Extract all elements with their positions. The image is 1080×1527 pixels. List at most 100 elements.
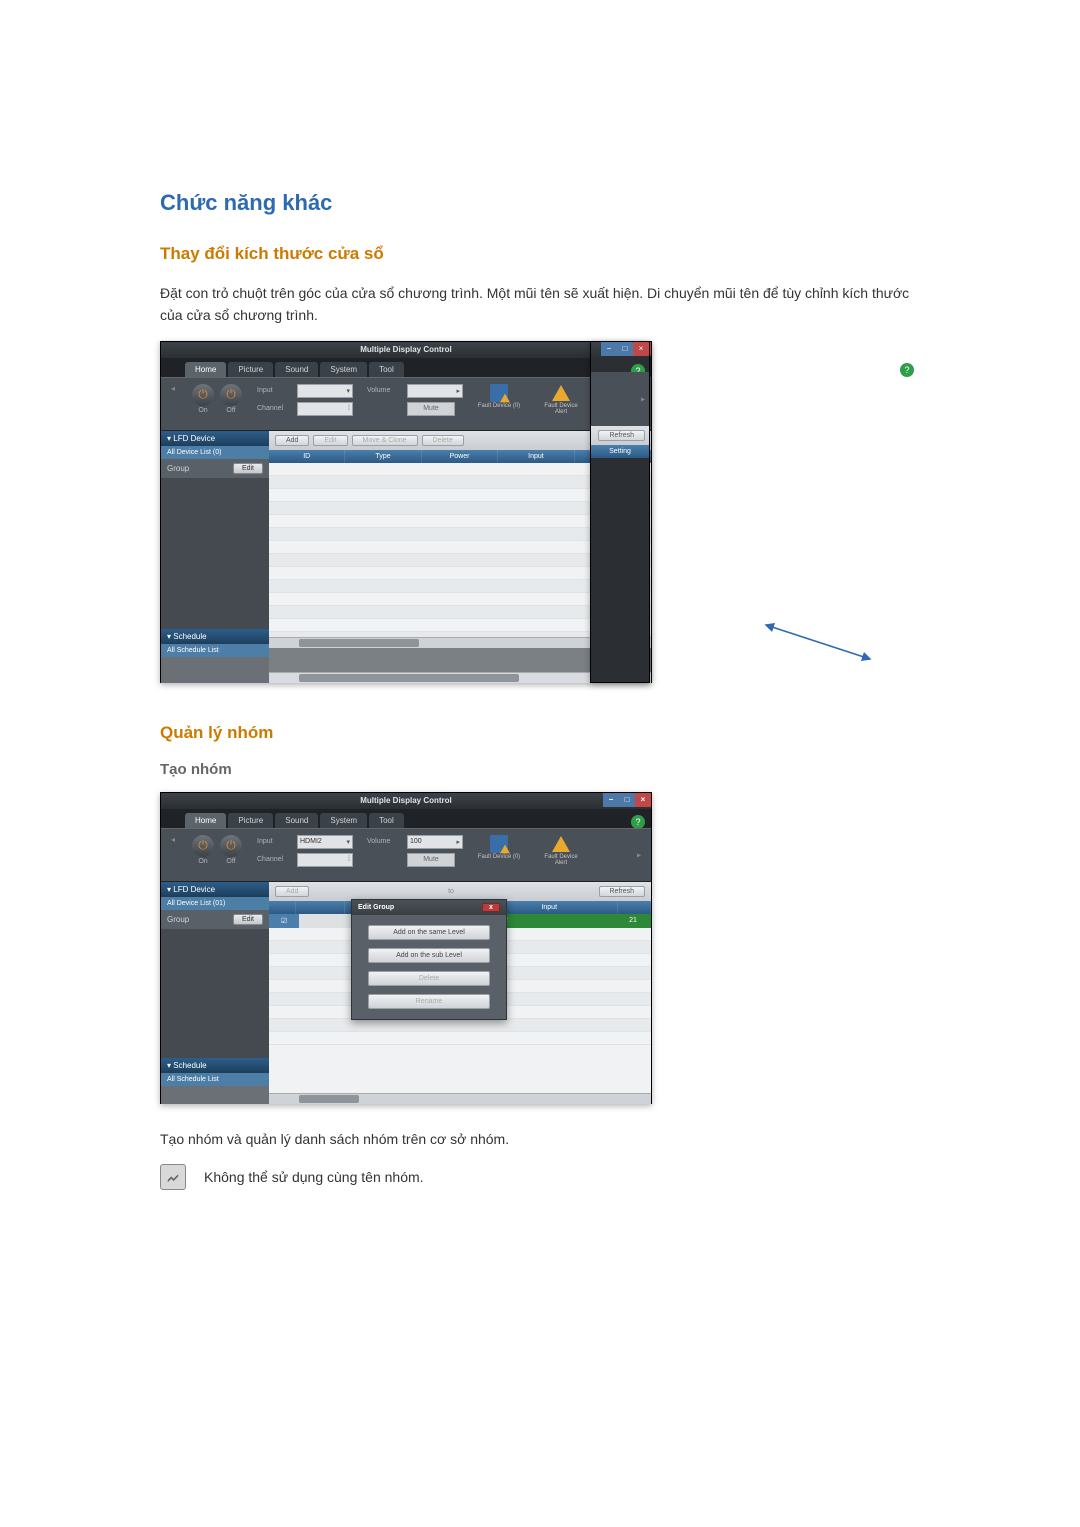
horizontal-scrollbar[interactable] <box>269 1093 651 1104</box>
tab-sound[interactable]: Sound <box>275 813 318 828</box>
power-on-icon[interactable]: ⏻ <box>192 384 214 406</box>
volume-label: Volume <box>367 387 403 394</box>
sidebar-all-device[interactable]: All Device List (0) <box>161 446 269 459</box>
sidebar-all-schedule[interactable]: All Schedule List <box>161 1073 269 1086</box>
popup-delete-button[interactable]: Delete <box>368 971 490 986</box>
sidebar-group-label: Group <box>167 464 189 473</box>
fault-alert-icon[interactable] <box>552 835 570 853</box>
sidebar-group-label: Group <box>167 915 189 924</box>
add-button[interactable]: Add <box>275 435 309 446</box>
close-icon[interactable]: × <box>635 793 651 807</box>
sidebar-section-lfd[interactable]: ▾ LFD Device <box>161 882 269 897</box>
row-id: 21 <box>615 914 651 928</box>
nav-left-icon[interactable]: ◂ <box>171 384 177 393</box>
popup-close-icon[interactable]: x <box>482 903 500 912</box>
close-icon[interactable]: × <box>633 342 649 356</box>
tab-bar: Home Picture Sound System Tool <box>161 358 651 377</box>
sidebar: ▾ LFD Device All Device List (01) Group … <box>161 882 269 1104</box>
volume-stepper[interactable]: ▸ <box>407 384 463 398</box>
col-input: Input <box>498 450 574 463</box>
help-icon[interactable]: ? <box>900 363 914 377</box>
refresh-button[interactable]: Refresh <box>599 886 646 897</box>
nav-left-icon[interactable]: ◂ <box>171 835 177 844</box>
screenshot-resize: Multiple Display Control − □ × ? Home Pi… <box>160 341 920 683</box>
channel-stepper[interactable]: ⁞ <box>297 853 353 867</box>
edit-device-button[interactable]: Edit <box>313 435 347 446</box>
tab-home[interactable]: Home <box>185 813 226 828</box>
edit-group-popup: Edit Group x Add on the same Level Add o… <box>351 899 507 1020</box>
power-on-label: On <box>191 407 215 414</box>
fault-device-icon[interactable] <box>490 835 508 853</box>
col-setting: Setting <box>591 445 649 458</box>
sidebar: ▾ LFD Device All Device List (0) Group E… <box>161 431 269 683</box>
tab-system[interactable]: System <box>320 362 367 377</box>
input-dropdown[interactable]: HDMI2▾ <box>297 835 353 849</box>
titlebar: Multiple Display Control − □ × <box>161 342 651 358</box>
mute-button[interactable]: Mute <box>407 853 455 867</box>
power-off-icon[interactable]: ⏻ <box>220 384 242 406</box>
fault-device-label: Fault Device (0) <box>478 403 520 409</box>
tab-system[interactable]: System <box>320 813 367 828</box>
tab-picture[interactable]: Picture <box>228 362 273 377</box>
add-same-level-button[interactable]: Add on the same Level <box>368 925 490 940</box>
tab-bar: Home Picture Sound System Tool <box>161 809 651 828</box>
note-text: Không thể sử dụng cùng tên nhóm. <box>204 1166 424 1188</box>
subsection-create-heading: Tạo nhóm <box>160 761 920 778</box>
volume-label: Volume <box>367 838 403 845</box>
tab-tool[interactable]: Tool <box>369 813 404 828</box>
delete-button[interactable]: Delete <box>422 435 464 446</box>
resize-cursor-icon <box>758 619 878 663</box>
popup-rename-button[interactable]: Rename <box>368 994 490 1009</box>
resize-description: Đặt con trỏ chuột trên góc của cửa sổ ch… <box>160 282 920 327</box>
titlebar: Multiple Display Control − □ × <box>161 793 651 809</box>
minimize-icon[interactable]: − <box>601 342 617 356</box>
tab-sound[interactable]: Sound <box>275 362 318 377</box>
add-sub-level-button[interactable]: Add on the sub Level <box>368 948 490 963</box>
secondary-window-fragment: − □ × ? ▸ Refresh Setting <box>590 341 650 683</box>
nav-right-icon[interactable]: ▸ <box>637 850 643 859</box>
create-group-description: Tạo nhóm và quản lý danh sách nhóm trên … <box>160 1128 920 1150</box>
volume-stepper[interactable]: 100▸ <box>407 835 463 849</box>
fault-device-icon[interactable] <box>490 384 508 402</box>
sidebar-all-schedule[interactable]: All Schedule List <box>161 644 269 657</box>
maximize-icon[interactable]: □ <box>617 342 633 356</box>
app-window: Multiple Display Control − □ × ? Home Pi… <box>160 341 652 683</box>
fault-alert-icon[interactable] <box>552 384 570 402</box>
section-resize-heading: Thay đổi kích thước cửa sổ <box>160 244 920 264</box>
window-title: Multiple Display Control <box>360 345 452 354</box>
move-clone-button[interactable]: Move & Clone <box>352 435 418 446</box>
sidebar-all-device[interactable]: All Device List (01) <box>161 897 269 910</box>
channel-label: Channel <box>257 856 293 863</box>
help-icon[interactable]: ? <box>631 815 645 829</box>
power-off-label: Off <box>219 407 243 414</box>
col-id: ID <box>269 450 345 463</box>
sidebar-section-schedule[interactable]: ▾ Schedule <box>161 1058 269 1073</box>
power-off-icon[interactable]: ⏻ <box>220 835 242 857</box>
note-icon <box>160 1164 186 1190</box>
nav-right-icon[interactable]: ▸ <box>641 394 645 403</box>
col-power: Power <box>422 450 498 463</box>
power-on-label: On <box>191 858 215 865</box>
tab-picture[interactable]: Picture <box>228 813 273 828</box>
tab-home[interactable]: Home <box>185 362 226 377</box>
table-row <box>269 1032 651 1045</box>
screenshot-create-group: Multiple Display Control − □ × ? Home Pi… <box>160 792 920 1104</box>
power-on-icon[interactable]: ⏻ <box>192 835 214 857</box>
popup-title: Edit Group <box>358 904 394 911</box>
mute-button[interactable]: Mute <box>407 402 455 416</box>
edit-button[interactable]: Edit <box>233 463 263 474</box>
sidebar-section-schedule[interactable]: ▾ Schedule <box>161 629 269 644</box>
maximize-icon[interactable]: □ <box>619 793 635 807</box>
input-dropdown[interactable]: ▾ <box>297 384 353 398</box>
partial-label: to <box>448 888 454 895</box>
sidebar-section-lfd[interactable]: ▾ LFD Device <box>161 431 269 446</box>
window-title: Multiple Display Control <box>360 796 452 805</box>
toolbar: ◂ ⏻ On ⏻ Off Input HDMI2▾ <box>161 828 651 882</box>
edit-button[interactable]: Edit <box>233 914 263 925</box>
minimize-icon[interactable]: − <box>603 793 619 807</box>
add-button[interactable]: Add <box>275 886 309 897</box>
tab-tool[interactable]: Tool <box>369 362 404 377</box>
page-title: Chức năng khác <box>160 190 920 216</box>
channel-stepper[interactable]: ⁞ <box>297 402 353 416</box>
refresh-button[interactable]: Refresh <box>598 430 645 441</box>
